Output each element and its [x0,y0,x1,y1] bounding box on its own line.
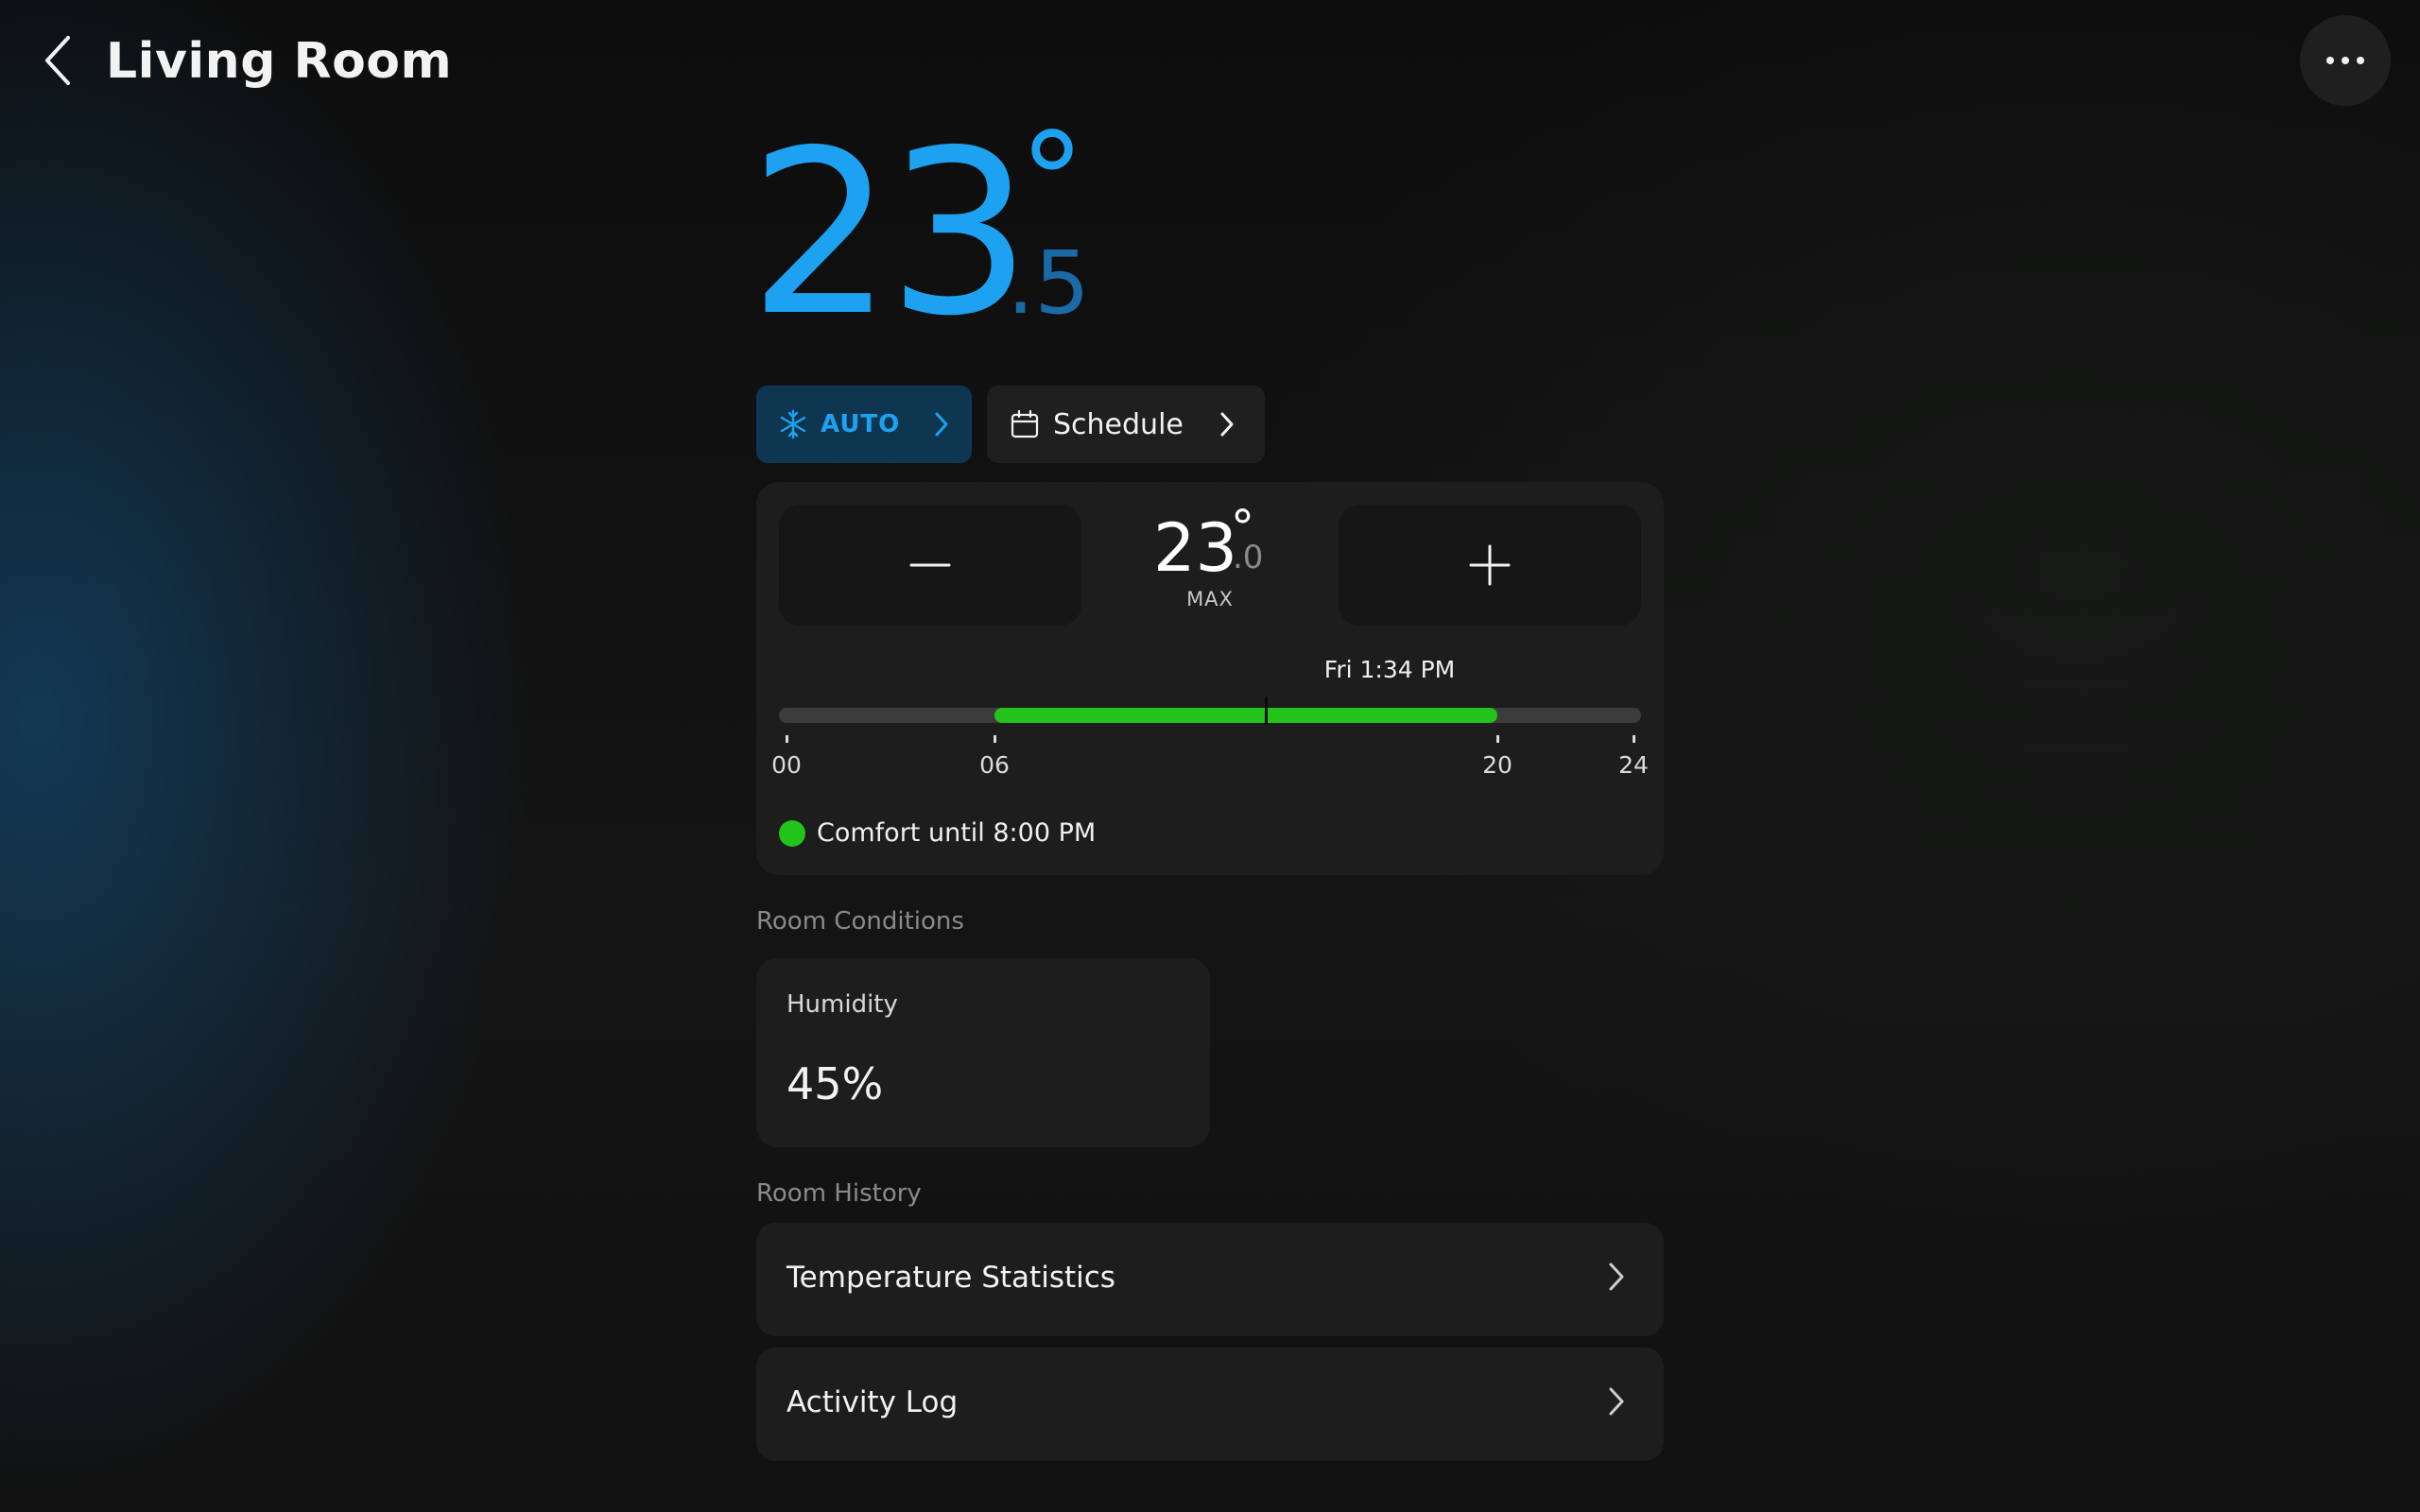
row-label: Temperature Statistics [786,1261,1115,1295]
schedule-label: Schedule [1053,407,1184,441]
temperature-statistics-row[interactable]: Temperature Statistics [756,1223,1664,1336]
page-title: Living Room [106,33,453,90]
more-options-button[interactable] [2300,15,2391,106]
status-indicator-dot [779,820,805,847]
timeline-tick [993,735,996,743]
mode-button[interactable]: AUTO [756,386,972,463]
humidity-card: Humidity 45% [756,958,1210,1147]
status-text: Comfort until 8:00 PM [817,818,1097,848]
row-label: Activity Log [786,1385,959,1419]
calendar-icon [1011,409,1039,438]
room-conditions-heading: Room Conditions [756,907,964,936]
current-temperature-decimal: .5 [1007,232,1090,334]
current-temperature-integer: 23 [749,101,1031,366]
current-time-label: Fri 1:34 PM [1323,656,1456,683]
timeline-tick-label: 06 [979,751,1010,779]
current-time-marker [1265,696,1269,725]
setpoint-integer: 23 [1153,509,1238,587]
timeline-tick-label: 00 [771,751,802,779]
schedule-timeline-track [779,708,1641,723]
thermostat-control-card: 23 ° .0 MAX Fri 1:34 PM 00 06 20 24 Comfort… [756,482,1664,875]
humidity-value: 45% [786,1058,884,1109]
snowflake-icon [780,409,806,439]
more-horizontal-icon [2326,57,2364,64]
timeline-tick-label: 20 [1482,751,1512,779]
schedule-button[interactable]: Schedule [987,386,1265,463]
setpoint-decimal: .0 [1233,539,1264,576]
comfort-period-bar [994,708,1497,723]
plus-icon [1469,544,1511,586]
timeline-tick-label: 24 [1618,751,1649,779]
timeline-tick [785,735,788,743]
minus-icon [909,563,951,567]
timeline-tick [1495,735,1499,743]
chevron-left-icon [45,36,70,85]
chevron-right-icon [935,412,948,437]
chevron-right-icon [1220,412,1234,437]
humidity-label: Humidity [786,990,898,1019]
activity-log-row[interactable]: Activity Log [756,1348,1664,1461]
chevron-right-icon [1609,1387,1624,1416]
back-button[interactable] [28,26,89,94]
increase-temperature-button[interactable] [1339,505,1641,626]
timeline-tick [1632,735,1635,743]
mode-label: AUTO [821,410,901,438]
chevron-right-icon [1609,1263,1624,1291]
room-history-heading: Room History [756,1179,922,1208]
